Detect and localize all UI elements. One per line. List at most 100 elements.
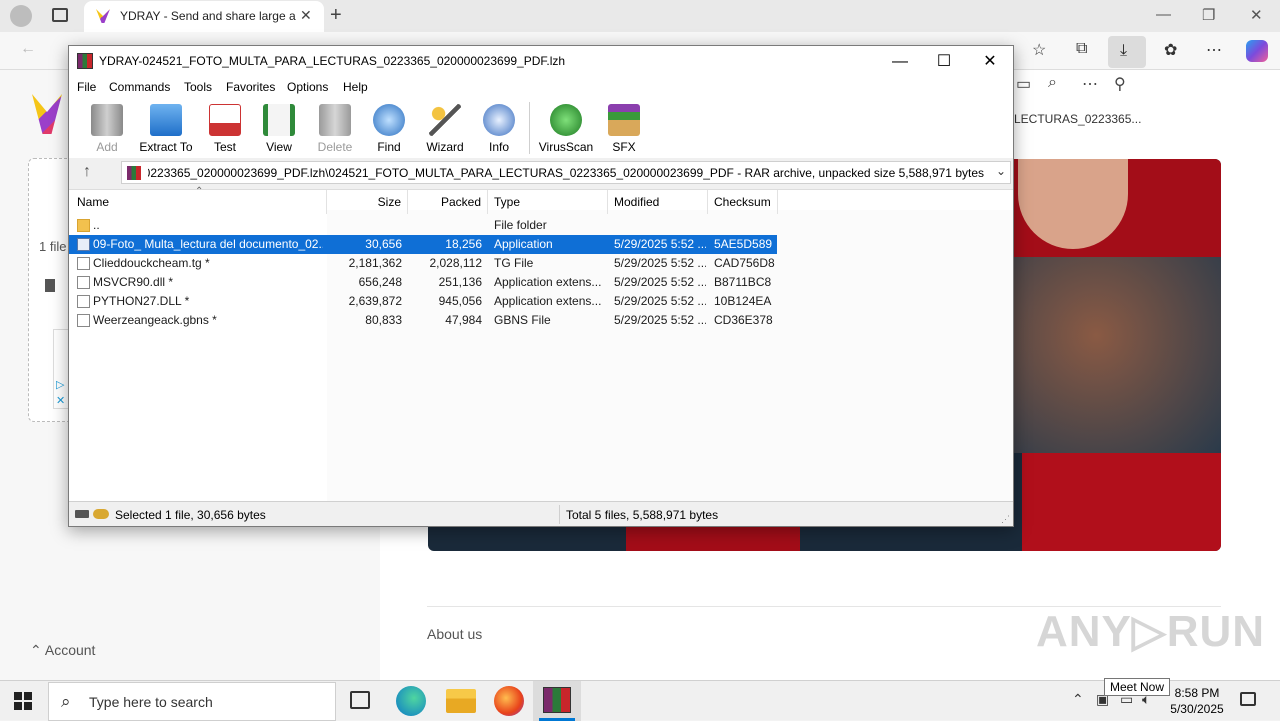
col-type-header[interactable]: Type: [488, 190, 608, 214]
more-icon[interactable]: ⋯: [1206, 40, 1222, 60]
downloads-button[interactable]: ⤓: [1108, 36, 1146, 68]
sfx-button[interactable]: SFX: [595, 102, 653, 156]
drive-icon: [75, 510, 89, 518]
find-icon: [373, 104, 405, 136]
cell-type: Application extens...: [494, 294, 602, 308]
winrar-taskbar-button[interactable]: [533, 681, 581, 721]
menu-file[interactable]: File: [77, 80, 96, 94]
anyrun-watermark: ANY▷RUN: [1036, 607, 1266, 656]
up-folder-icon[interactable]: ↑: [83, 163, 91, 181]
profile-icon[interactable]: [10, 5, 32, 27]
tab-close-icon[interactable]: ✕: [300, 7, 312, 24]
extract-to-label: Extract To: [139, 140, 193, 154]
table-row[interactable]: MSVCR90.dll * 656,248 251,136 Application e…: [69, 273, 777, 292]
cell-modified: 5/29/2025 5:52 ...: [614, 313, 706, 327]
winrar-title: YDRAY-024521_FOTO_MULTA_PARA_LECTURAS_02…: [99, 54, 566, 68]
path-field[interactable]: YDRAY-024521_FOTO_MULTA_PARA_LECTURAS_02…: [121, 161, 1011, 184]
cell-type: Application: [494, 237, 553, 251]
col-packed-header[interactable]: Packed: [408, 190, 488, 214]
new-tab-button[interactable]: +: [330, 4, 342, 27]
file-explorer-icon[interactable]: [446, 689, 476, 713]
delete-button[interactable]: Delete: [306, 102, 364, 156]
about-us-link[interactable]: About us: [427, 626, 482, 642]
ad-close-icon[interactable]: ✕: [56, 394, 65, 407]
hero-red-block: [1022, 453, 1221, 551]
cell-name: ..: [93, 218, 100, 232]
cell-name: PYTHON27.DLL *: [93, 294, 190, 308]
pin-icon[interactable]: ⚲: [1114, 74, 1126, 94]
notifications-icon[interactable]: [1240, 692, 1256, 706]
winrar-window: YDRAY-024521_FOTO_MULTA_PARA_LECTURAS_02…: [68, 45, 1014, 527]
table-row[interactable]: 09-Foto_ Multa_lectura del documento_02.…: [69, 235, 777, 254]
table-row[interactable]: .. File folder: [69, 216, 777, 235]
search-icon[interactable]: ⌕: [1048, 74, 1057, 92]
info-button[interactable]: Info: [470, 102, 528, 156]
file-name-label: LECTURAS_0223365...: [1014, 112, 1142, 126]
table-row[interactable]: Clieddouckcheam.tg * 2,181,362 2,028,112 TG…: [69, 254, 777, 273]
test-button[interactable]: Test: [196, 102, 254, 156]
cell-modified: 5/29/2025 5:52 ...: [614, 256, 706, 270]
tray-chevron-icon[interactable]: ⌃: [1072, 691, 1084, 708]
edge-icon[interactable]: [396, 686, 426, 716]
browser-restore-button[interactable]: ❐: [1202, 6, 1215, 24]
ad-choices-icon[interactable]: ▷: [56, 378, 64, 391]
more-options-icon[interactable]: ⋯: [1082, 74, 1098, 94]
winrar-minimize-button[interactable]: —: [877, 50, 923, 74]
tab-actions-icon[interactable]: [52, 8, 68, 22]
status-divider: [559, 505, 560, 524]
col-checksum-header[interactable]: Checksum: [708, 190, 778, 214]
extract-to-button[interactable]: Extract To: [137, 102, 195, 156]
menu-commands[interactable]: Commands: [109, 80, 170, 94]
collections-icon[interactable]: ⧉: [1076, 40, 1087, 58]
ydray-logo-icon: [32, 94, 62, 134]
back-icon[interactable]: ←: [20, 40, 36, 58]
ydray-logo-icon: [96, 9, 110, 23]
taskbar-search[interactable]: ⌕ Type here to search: [48, 682, 336, 721]
tab-ydray[interactable]: YDRAY - Send and share large an ✕: [84, 1, 324, 32]
task-view-icon[interactable]: [350, 691, 370, 709]
clock-time: 8:58 PM: [1174, 686, 1220, 700]
winrar-maximize-button[interactable]: ☐: [921, 50, 967, 74]
browser-close-button[interactable]: ✕: [1250, 6, 1263, 24]
start-button[interactable]: [14, 692, 32, 710]
wizard-icon: [429, 104, 461, 136]
extensions-icon[interactable]: ✿: [1164, 40, 1177, 60]
clock[interactable]: 8:58 PM 5/30/2025: [1162, 685, 1232, 717]
account-toggle[interactable]: ⌃ Account: [30, 642, 95, 659]
virusscan-button[interactable]: VirusScan: [537, 102, 595, 156]
virusscan-icon: [550, 104, 582, 136]
menu-tools[interactable]: Tools: [184, 80, 212, 94]
path-text: YDRAY-024521_FOTO_MULTA_PARA_LECTURAS_02…: [148, 166, 984, 180]
folder-icon[interactable]: ▭: [1016, 74, 1031, 94]
view-button[interactable]: View: [250, 102, 308, 156]
cell-type: TG File: [494, 256, 534, 270]
firefox-icon[interactable]: [494, 686, 524, 716]
taskbar: ⌕ Type here to search ⌃ ▣ ▭ 🔈︎ 8:58 PM 5…: [0, 680, 1280, 721]
winrar-statusbar: Selected 1 file, 30,656 bytes Total 5 fi…: [69, 501, 1013, 526]
table-row[interactable]: PYTHON27.DLL * 2,639,872 945,056 Applicatio…: [69, 292, 777, 311]
winrar-close-button[interactable]: ✕: [967, 50, 1013, 74]
table-row[interactable]: Weerzeangeack.gbns * 80,833 47,984 GBNS Fil…: [69, 311, 777, 330]
menu-favorites[interactable]: Favorites: [226, 80, 275, 94]
menu-help[interactable]: Help: [343, 80, 368, 94]
file-icon: [77, 257, 90, 270]
favorites-icon[interactable]: ☆: [1032, 40, 1046, 60]
resize-grip-icon[interactable]: ⋰: [1001, 514, 1010, 525]
copilot-icon[interactable]: [1246, 40, 1268, 62]
winrar-pathbar: ↑ YDRAY-024521_FOTO_MULTA_PARA_LECTURAS_…: [69, 158, 1013, 188]
add-label: Add: [96, 140, 118, 154]
info-icon: [483, 104, 515, 136]
col-modified-header[interactable]: Modified: [608, 190, 708, 214]
find-button[interactable]: Find: [360, 102, 418, 156]
chevron-down-icon[interactable]: ⌄: [996, 164, 1006, 178]
cell-name: 09-Foto_ Multa_lectura del documento_02.…: [93, 237, 323, 251]
key-icon: [93, 509, 109, 519]
toolbar-separator: [529, 102, 530, 154]
browser-minimize-button[interactable]: —: [1156, 6, 1171, 23]
col-size-header[interactable]: Size: [327, 190, 408, 214]
cell-packed: 2,028,112: [429, 256, 483, 270]
cell-packed: 945,056: [438, 294, 482, 308]
wizard-button[interactable]: Wizard: [416, 102, 474, 156]
add-button[interactable]: Add: [78, 102, 136, 156]
menu-options[interactable]: Options: [287, 80, 328, 94]
